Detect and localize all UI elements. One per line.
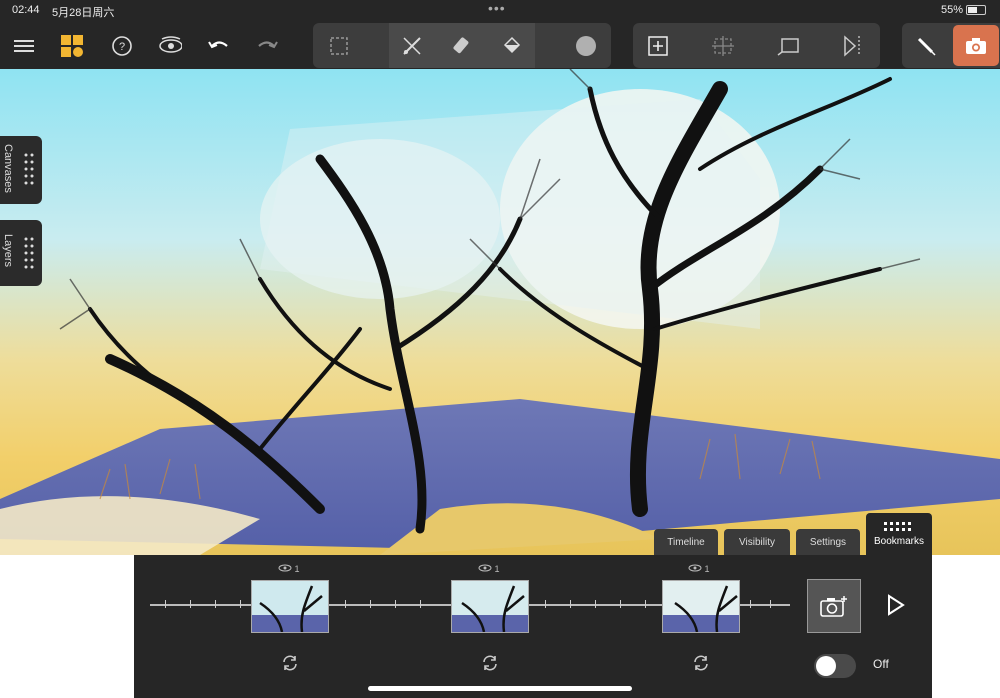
color-swatch[interactable] bbox=[574, 34, 598, 58]
camera-icon bbox=[966, 37, 986, 54]
timeline-tick bbox=[345, 600, 346, 608]
transform-icon[interactable] bbox=[711, 34, 735, 58]
canvases-tab[interactable]: Canvases bbox=[0, 136, 42, 204]
brush-icon[interactable] bbox=[400, 34, 424, 58]
bookmark-visibility[interactable]: 1 bbox=[478, 564, 500, 574]
eye-icon bbox=[688, 564, 702, 572]
timeline-tick bbox=[240, 600, 241, 608]
undo-icon[interactable] bbox=[207, 34, 231, 58]
add-bookmark-button[interactable] bbox=[807, 579, 861, 633]
view-icon[interactable] bbox=[158, 34, 182, 58]
fill-icon[interactable] bbox=[499, 34, 523, 58]
grid-icon bbox=[884, 521, 911, 531]
timeline-tick bbox=[645, 600, 646, 608]
flip-icon[interactable] bbox=[841, 34, 865, 58]
help-icon[interactable]: ? bbox=[110, 34, 134, 58]
bookmark-visibility[interactable]: 1 bbox=[688, 564, 710, 574]
tab-bookmarks-label: Bookmarks bbox=[873, 535, 924, 547]
tab-bookmarks[interactable]: Bookmarks bbox=[866, 513, 932, 555]
canvases-label: Canvases bbox=[2, 144, 14, 193]
status-bar: 02:44 5月28日周六 ••• 55% bbox=[0, 0, 1000, 22]
bookmark-visibility-count: 1 bbox=[294, 564, 300, 574]
home-indicator[interactable] bbox=[368, 686, 632, 691]
bookmark-visibility-count: 1 bbox=[704, 564, 710, 574]
bookmark-thumbnail[interactable] bbox=[451, 580, 529, 633]
timeline-tick bbox=[570, 600, 571, 608]
timeline-tick bbox=[545, 600, 546, 608]
add-layer-icon[interactable] bbox=[646, 34, 670, 58]
gallery-icon[interactable] bbox=[60, 34, 84, 58]
camera-add-icon bbox=[820, 596, 847, 617]
layers-tab[interactable]: Layers bbox=[0, 220, 42, 286]
multitask-dots-icon[interactable]: ••• bbox=[488, 0, 506, 16]
timeline-tick bbox=[370, 600, 371, 608]
status-time: 02:44 bbox=[12, 4, 40, 16]
battery-indicator: 55% bbox=[941, 4, 986, 16]
status-date: 5月28日周六 bbox=[52, 7, 115, 19]
battery-icon bbox=[966, 5, 986, 16]
drag-handle-icon bbox=[24, 237, 34, 269]
toggle-label: Off bbox=[873, 657, 889, 671]
timeline-tick bbox=[165, 600, 166, 608]
bookmark-visibility-count: 1 bbox=[494, 564, 500, 574]
redo-icon[interactable] bbox=[255, 34, 279, 58]
timeline-tick bbox=[770, 600, 771, 608]
eye-icon bbox=[478, 564, 492, 572]
refresh-bookmark-icon[interactable] bbox=[692, 654, 710, 672]
timeline-tick bbox=[395, 600, 396, 608]
timeline-tick bbox=[215, 600, 216, 608]
battery-percent: 55% bbox=[940, 4, 963, 16]
timeline-tick bbox=[620, 600, 621, 608]
selection-icon[interactable] bbox=[327, 34, 351, 58]
refresh-bookmark-icon[interactable] bbox=[281, 654, 299, 672]
play-icon bbox=[888, 594, 905, 616]
play-button[interactable] bbox=[886, 594, 906, 616]
tab-settings[interactable]: Settings bbox=[796, 529, 860, 555]
eye-icon bbox=[278, 564, 292, 572]
playback-toggle[interactable] bbox=[814, 654, 856, 678]
toggle-knob bbox=[816, 656, 836, 676]
camera-mode-button[interactable] bbox=[953, 25, 999, 66]
tab-visibility[interactable]: Visibility bbox=[724, 529, 790, 555]
svg-text:?: ? bbox=[119, 41, 125, 53]
menu-icon[interactable] bbox=[12, 34, 36, 58]
bookmark-visibility[interactable]: 1 bbox=[278, 564, 300, 574]
timeline-tick bbox=[190, 600, 191, 608]
shape-icon[interactable] bbox=[777, 34, 801, 58]
drawing-canvas[interactable] bbox=[0, 69, 1000, 555]
timeline-tick bbox=[595, 600, 596, 608]
timeline-tick bbox=[420, 600, 421, 608]
layers-label: Layers bbox=[2, 234, 14, 268]
bookmark-thumbnail[interactable] bbox=[662, 580, 740, 633]
tab-timeline[interactable]: Timeline bbox=[654, 529, 718, 555]
drag-handle-icon bbox=[24, 153, 34, 185]
eraser-icon[interactable] bbox=[449, 34, 473, 58]
pen-icon[interactable] bbox=[914, 34, 938, 58]
bookmark-thumbnail[interactable] bbox=[251, 580, 329, 633]
refresh-bookmark-icon[interactable] bbox=[481, 654, 499, 672]
timeline-tick bbox=[750, 600, 751, 608]
